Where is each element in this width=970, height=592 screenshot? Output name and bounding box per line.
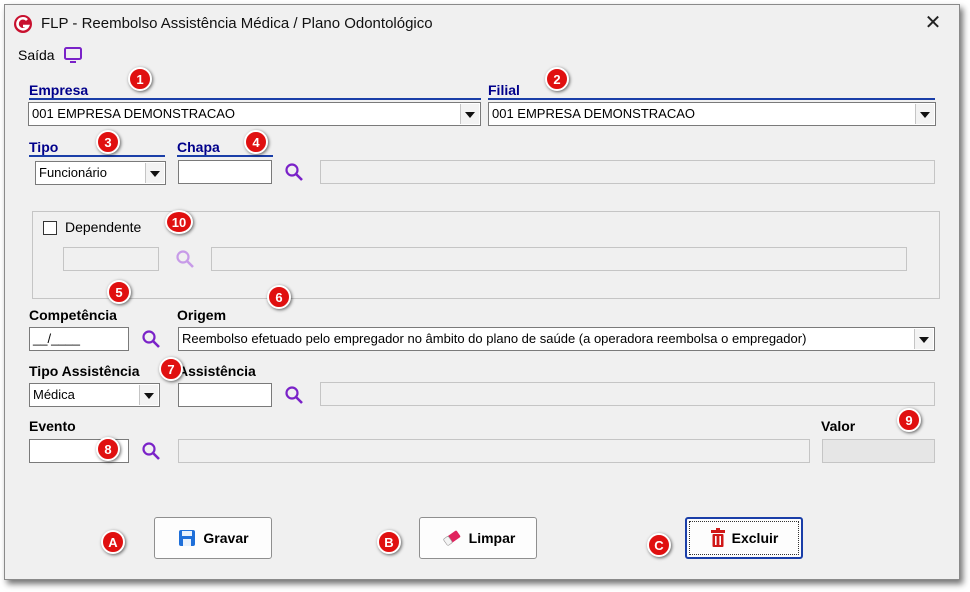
chevron-down-icon[interactable] bbox=[139, 385, 158, 405]
badge-8: 8 bbox=[96, 437, 120, 461]
chapa-description bbox=[320, 160, 935, 184]
dependente-label: Dependente bbox=[65, 219, 142, 235]
search-icon[interactable] bbox=[141, 441, 161, 461]
empresa-label: Empresa bbox=[29, 82, 481, 100]
search-icon[interactable] bbox=[284, 162, 304, 182]
excluir-label: Excluir bbox=[731, 530, 779, 546]
assistencia-input[interactable] bbox=[178, 383, 272, 407]
monitor-icon bbox=[63, 47, 82, 63]
gravar-label: Gravar bbox=[203, 530, 249, 546]
origem-label: Origem bbox=[177, 307, 227, 323]
title-bar: FLP - Reembolso Assistência Médica / Pla… bbox=[5, 5, 959, 41]
origem-select[interactable]: Reembolso efetuado pelo empregador no âm… bbox=[178, 327, 935, 351]
competencia-input[interactable]: __/____ bbox=[29, 327, 129, 351]
chevron-down-icon[interactable] bbox=[145, 163, 164, 183]
excluir-button[interactable]: Excluir bbox=[685, 517, 803, 559]
main-window: FLP - Reembolso Assistência Médica / Pla… bbox=[4, 4, 960, 580]
assistencia-description bbox=[320, 382, 935, 406]
evento-label: Evento bbox=[29, 418, 76, 434]
chevron-down-icon[interactable] bbox=[915, 104, 934, 124]
badge-7: 7 bbox=[159, 357, 183, 381]
badge-a: A bbox=[101, 530, 125, 554]
badge-2: 2 bbox=[545, 67, 569, 91]
search-icon bbox=[176, 250, 194, 268]
empresa-value: 001 EMPRESA DEMONSTRACAO bbox=[32, 106, 235, 121]
filial-value: 001 EMPRESA DEMONSTRACAO bbox=[492, 106, 695, 121]
app-logo-icon bbox=[14, 15, 32, 33]
origem-value: Reembolso efetuado pelo empregador no âm… bbox=[182, 331, 807, 346]
badge-5: 5 bbox=[107, 280, 131, 304]
chevron-down-icon[interactable] bbox=[914, 329, 933, 349]
assistencia-label: Assistência bbox=[178, 363, 256, 379]
eraser-icon bbox=[443, 530, 460, 546]
badge-4: 4 bbox=[244, 130, 268, 154]
empresa-select[interactable]: 001 EMPRESA DEMONSTRACAO bbox=[28, 102, 481, 126]
dependente-checkbox[interactable] bbox=[43, 221, 57, 235]
tipo-select[interactable]: Funcionário bbox=[35, 161, 166, 185]
badge-b: B bbox=[377, 530, 401, 554]
tipo-value: Funcionário bbox=[39, 165, 107, 180]
badge-9: 9 bbox=[897, 408, 921, 432]
search-icon[interactable] bbox=[284, 385, 304, 405]
badge-c: C bbox=[647, 533, 671, 557]
limpar-button[interactable]: Limpar bbox=[419, 517, 537, 559]
valor-input[interactable] bbox=[822, 439, 935, 463]
competencia-label: Competência bbox=[29, 307, 117, 323]
badge-1: 1 bbox=[128, 67, 152, 91]
search-icon[interactable] bbox=[141, 329, 161, 349]
chapa-input[interactable] bbox=[178, 160, 272, 184]
gravar-button[interactable]: Gravar bbox=[154, 517, 272, 559]
floppy-icon bbox=[179, 530, 196, 546]
tipo-assistencia-value: Médica bbox=[33, 387, 75, 402]
trash-icon bbox=[710, 528, 725, 547]
close-button[interactable]: ✕ bbox=[921, 11, 945, 35]
dependente-description bbox=[211, 247, 907, 271]
valor-label: Valor bbox=[821, 418, 856, 434]
badge-6: 6 bbox=[267, 285, 291, 309]
window-title: FLP - Reembolso Assistência Médica / Pla… bbox=[41, 15, 433, 32]
tipo-assistencia-select[interactable]: Médica bbox=[29, 383, 160, 407]
chevron-down-icon[interactable] bbox=[460, 104, 479, 124]
dependente-input[interactable] bbox=[63, 247, 159, 271]
evento-description bbox=[178, 439, 810, 463]
badge-10: 10 bbox=[165, 210, 193, 234]
menu-saida-label: Saída bbox=[18, 47, 55, 63]
badge-3: 3 bbox=[96, 130, 120, 154]
menu-saida[interactable]: Saída bbox=[18, 46, 83, 64]
tipo-assistencia-label: Tipo Assistência bbox=[29, 363, 140, 379]
filial-select[interactable]: 001 EMPRESA DEMONSTRACAO bbox=[488, 102, 936, 126]
limpar-label: Limpar bbox=[468, 530, 516, 546]
